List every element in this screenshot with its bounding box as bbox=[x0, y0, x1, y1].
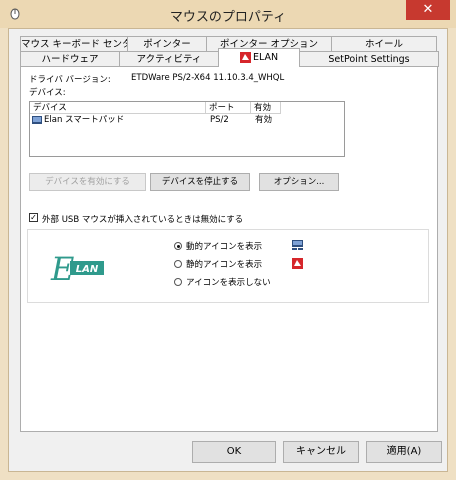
tab-elan[interactable]: ELAN bbox=[218, 48, 300, 67]
tab-elan-label: ELAN bbox=[252, 52, 279, 63]
device-name: Elan スマートパッド bbox=[44, 115, 125, 125]
tab-row-2: ハードウェア アクティビティ ELAN SetPoint Settings bbox=[20, 48, 439, 67]
device-row[interactable]: Elan スマートパッド PS/2 有効 bbox=[30, 114, 342, 126]
disable-on-usb-label: 外部 USB マウスが挿入されているときは無効にする bbox=[42, 215, 244, 225]
apply-button[interactable]: 適用(A) bbox=[366, 441, 442, 463]
static-tray-icon bbox=[292, 258, 303, 269]
tab-mouse-keyboard-center[interactable]: マウス キーボード センター bbox=[20, 36, 128, 52]
tab-activity[interactable]: アクティビティ bbox=[119, 51, 219, 67]
radio-no-icon[interactable] bbox=[174, 278, 182, 286]
elan-tab-panel: ドライバ バージョン: ETDWare PS/2-X64 11.10.3.4_W… bbox=[20, 66, 438, 432]
enable-device-button[interactable]: デバイスを有効にする bbox=[29, 173, 146, 191]
close-button[interactable]: ✕ bbox=[406, 0, 450, 20]
touchpad-icon bbox=[32, 116, 42, 124]
elan-logo-text: LAN bbox=[76, 264, 99, 275]
options-button[interactable]: オプション... bbox=[259, 173, 339, 191]
device-port: PS/2 bbox=[210, 115, 229, 125]
disable-on-usb-checkbox[interactable]: ✓ bbox=[29, 213, 38, 222]
tab-pointer[interactable]: ポインター bbox=[127, 36, 207, 52]
radio-static-icon-label: 静的アイコンを表示 bbox=[186, 260, 263, 270]
dynamic-tray-icon bbox=[292, 240, 303, 250]
radio-no-icon-label: アイコンを表示しない bbox=[186, 278, 271, 288]
mouse-properties-window: マウスのプロパティ ✕ マウス キーボード センター ポインター ポインター オ… bbox=[0, 0, 456, 480]
column-header-port[interactable]: ポート bbox=[206, 102, 251, 114]
tab-wheel[interactable]: ホイール bbox=[331, 36, 437, 52]
radio-dynamic-icon[interactable] bbox=[174, 242, 182, 250]
device-enabled: 有効 bbox=[255, 115, 273, 125]
device-list[interactable]: デバイス ポート 有効 Elan スマートパッド PS/2 有効 bbox=[29, 101, 345, 157]
disable-device-button[interactable]: デバイスを停止する bbox=[150, 173, 250, 191]
ok-button[interactable]: OK bbox=[192, 441, 276, 463]
window-title: マウスのプロパティ bbox=[169, 10, 287, 25]
tray-icon-group: E LAN 動的アイコンを表示 静的アイコンを表示 アイコンを表示しない bbox=[27, 229, 429, 303]
radio-dynamic-icon-label: 動的アイコンを表示 bbox=[186, 242, 263, 252]
tab-setpoint-settings[interactable]: SetPoint Settings bbox=[299, 51, 439, 67]
elan-logo: E LAN bbox=[50, 250, 104, 286]
cancel-button[interactable]: キャンセル bbox=[283, 441, 359, 463]
title-bar: マウスのプロパティ ✕ bbox=[0, 0, 456, 28]
radio-static-icon[interactable] bbox=[174, 260, 182, 268]
driver-version-value: ETDWare PS/2-X64 11.10.3.4_WHQL bbox=[131, 73, 285, 83]
devices-label: デバイス: bbox=[29, 88, 66, 98]
elan-tab-icon bbox=[239, 52, 251, 63]
column-header-enabled[interactable]: 有効 bbox=[251, 102, 281, 114]
tab-hardware[interactable]: ハードウェア bbox=[20, 51, 120, 67]
column-header-device[interactable]: デバイス bbox=[30, 102, 206, 114]
driver-version-label: ドライバ バージョン: bbox=[29, 75, 111, 85]
